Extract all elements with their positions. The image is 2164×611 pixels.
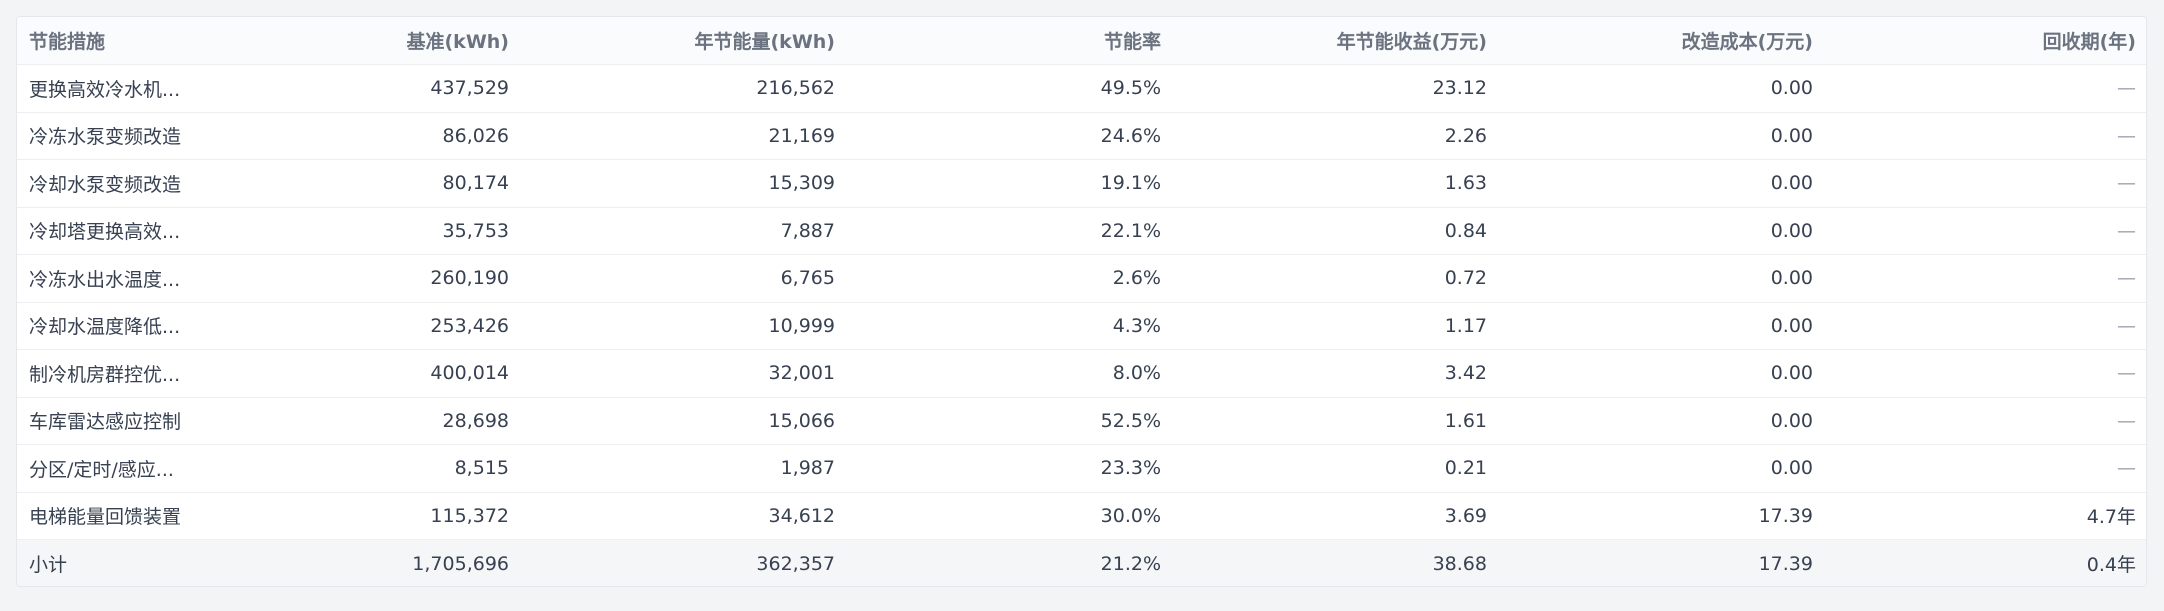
column-header-retrofit-cost: 改造成本(万元) [1499,17,1825,65]
cell-baseline: 253,426 [195,302,521,350]
cell-annual-revenue: 1.63 [1173,159,1499,208]
cell-annual-revenue: 0.72 [1173,254,1499,303]
table-row: 电梯能量回馈装置 115,372 34,612 30.0% 3.69 17.39 4.7年 [17,492,2146,540]
column-header-measure: 节能措施 [17,17,195,65]
table-row: 车库雷达感应控制 28,698 15,066 52.5% 1.61 0.00— [17,397,2146,445]
cell-saving-rate: 30.0% [847,492,1173,540]
cell-measure: 电梯能量回馈装置 [17,492,195,540]
cell-saving-rate: 2.6% [847,254,1173,303]
cell-baseline: 35,753 [195,207,521,255]
cell-payback: — [1825,64,2146,113]
cell-retrofit-cost: 0.00 [1499,302,1825,350]
cell-measure: 冷却塔更换高效... [17,207,195,255]
column-header-annual-revenue: 年节能收益(万元) [1173,17,1499,65]
cell-baseline: 115,372 [195,492,521,540]
cell-payback: — [1825,349,2146,398]
energy-saving-table-panel: 节能措施 基准(kWh) 年节能量(kWh) 节能率 年节能收益(万元) 改造成… [16,16,2147,587]
cell-saving-rate: 52.5% [847,397,1173,445]
cell-saving-rate: 24.6% [847,112,1173,160]
cell-saving-rate: 49.5% [847,64,1173,113]
cell-baseline: 86,026 [195,112,521,160]
cell-annual-revenue: 3.42 [1173,349,1499,398]
cell-retrofit-cost: 0.00 [1499,64,1825,113]
cell-annual-savings: 10,999 [521,302,847,350]
cell-baseline: 1,705,696 [195,539,521,586]
cell-payback: — [1825,254,2146,303]
column-header-annual-savings: 年节能量(kWh) [521,17,847,65]
cell-measure: 制冷机房群控优... [17,349,195,398]
table-row: 冷却水温度降低... 253,426 10,999 4.3% 1.17 0.00— [17,302,2146,350]
cell-annual-revenue: 0.84 [1173,207,1499,255]
cell-annual-savings: 362,357 [521,539,847,586]
cell-retrofit-cost: 0.00 [1499,444,1825,493]
cell-payback: — [1825,159,2146,208]
cell-payback: — [1825,207,2146,255]
table-row: 冷冻水出水温度... 260,190 6,765 2.6% 0.72 0.00— [17,254,2146,303]
cell-retrofit-cost: 0.00 [1499,159,1825,208]
cell-annual-savings: 21,169 [521,112,847,160]
cell-saving-rate: 19.1% [847,159,1173,208]
cell-annual-revenue: 2.26 [1173,112,1499,160]
cell-annual-savings: 216,562 [521,64,847,113]
table-row: 冷却水泵变频改造 80,174 15,309 19.1% 1.63 0.00— [17,159,2146,208]
table-row: 冷冻水泵变频改造 86,026 21,169 24.6% 2.26 0.00— [17,112,2146,160]
cell-annual-revenue: 1.61 [1173,397,1499,445]
cell-saving-rate: 22.1% [847,207,1173,255]
cell-saving-rate: 23.3% [847,444,1173,493]
table-header-row: 节能措施 基准(kWh) 年节能量(kWh) 节能率 年节能收益(万元) 改造成… [17,17,2146,65]
cell-annual-savings: 7,887 [521,207,847,255]
cell-annual-savings: 6,765 [521,254,847,303]
cell-annual-revenue: 38.68 [1173,539,1499,586]
cell-payback: — [1825,444,2146,493]
cell-baseline: 260,190 [195,254,521,303]
cell-payback: — [1825,112,2146,160]
cell-annual-savings: 15,066 [521,397,847,445]
cell-baseline: 80,174 [195,159,521,208]
cell-baseline: 400,014 [195,349,521,398]
table-row: 分区/定时/感应... 8,515 1,987 23.3% 0.21 0.00— [17,444,2146,493]
cell-baseline: 8,515 [195,444,521,493]
cell-measure: 小计 [17,539,195,586]
cell-payback: 4.7年 [1825,492,2146,540]
cell-annual-revenue: 0.21 [1173,444,1499,493]
cell-measure: 冷冻水泵变频改造 [17,112,195,160]
cell-annual-revenue: 1.17 [1173,302,1499,350]
cell-retrofit-cost: 0.00 [1499,207,1825,255]
cell-measure: 分区/定时/感应... [17,444,195,493]
cell-payback: — [1825,397,2146,445]
cell-retrofit-cost: 0.00 [1499,349,1825,398]
table-row: 冷却塔更换高效... 35,753 7,887 22.1% 0.84 0.00— [17,207,2146,255]
cell-annual-savings: 32,001 [521,349,847,398]
column-header-payback: 回收期(年) [1825,17,2146,65]
cell-measure: 冷却水泵变频改造 [17,159,195,208]
cell-baseline: 28,698 [195,397,521,445]
table-row: 制冷机房群控优... 400,014 32,001 8.0% 3.42 0.00— [17,349,2146,398]
cell-measure: 更换高效冷水机... [17,64,195,113]
table-total-row: 小计 1,705,696 362,357 21.2% 38.68 17.39 0.4年 [17,539,2146,586]
cell-retrofit-cost: 0.00 [1499,397,1825,445]
column-header-baseline: 基准(kWh) [195,17,521,65]
cell-retrofit-cost: 17.39 [1499,492,1825,540]
energy-saving-table: 节能措施 基准(kWh) 年节能量(kWh) 节能率 年节能收益(万元) 改造成… [17,17,2146,586]
cell-payback: — [1825,302,2146,350]
table-row: 更换高效冷水机... 437,529 216,562 49.5% 23.12 0.00— [17,64,2146,113]
cell-measure: 车库雷达感应控制 [17,397,195,445]
cell-payback: 0.4年 [1825,539,2146,586]
cell-retrofit-cost: 0.00 [1499,254,1825,303]
cell-measure: 冷冻水出水温度... [17,254,195,303]
cell-annual-revenue: 23.12 [1173,64,1499,113]
cell-annual-savings: 15,309 [521,159,847,208]
cell-annual-revenue: 3.69 [1173,492,1499,540]
cell-baseline: 437,529 [195,64,521,113]
cell-annual-savings: 34,612 [521,492,847,540]
cell-measure: 冷却水温度降低... [17,302,195,350]
cell-saving-rate: 4.3% [847,302,1173,350]
cell-retrofit-cost: 17.39 [1499,539,1825,586]
cell-retrofit-cost: 0.00 [1499,112,1825,160]
table-body: 更换高效冷水机... 437,529 216,562 49.5% 23.12 0.00— 冷… [17,64,2146,586]
cell-saving-rate: 21.2% [847,539,1173,586]
column-header-saving-rate: 节能率 [847,17,1173,65]
cell-saving-rate: 8.0% [847,349,1173,398]
cell-annual-savings: 1,987 [521,444,847,493]
